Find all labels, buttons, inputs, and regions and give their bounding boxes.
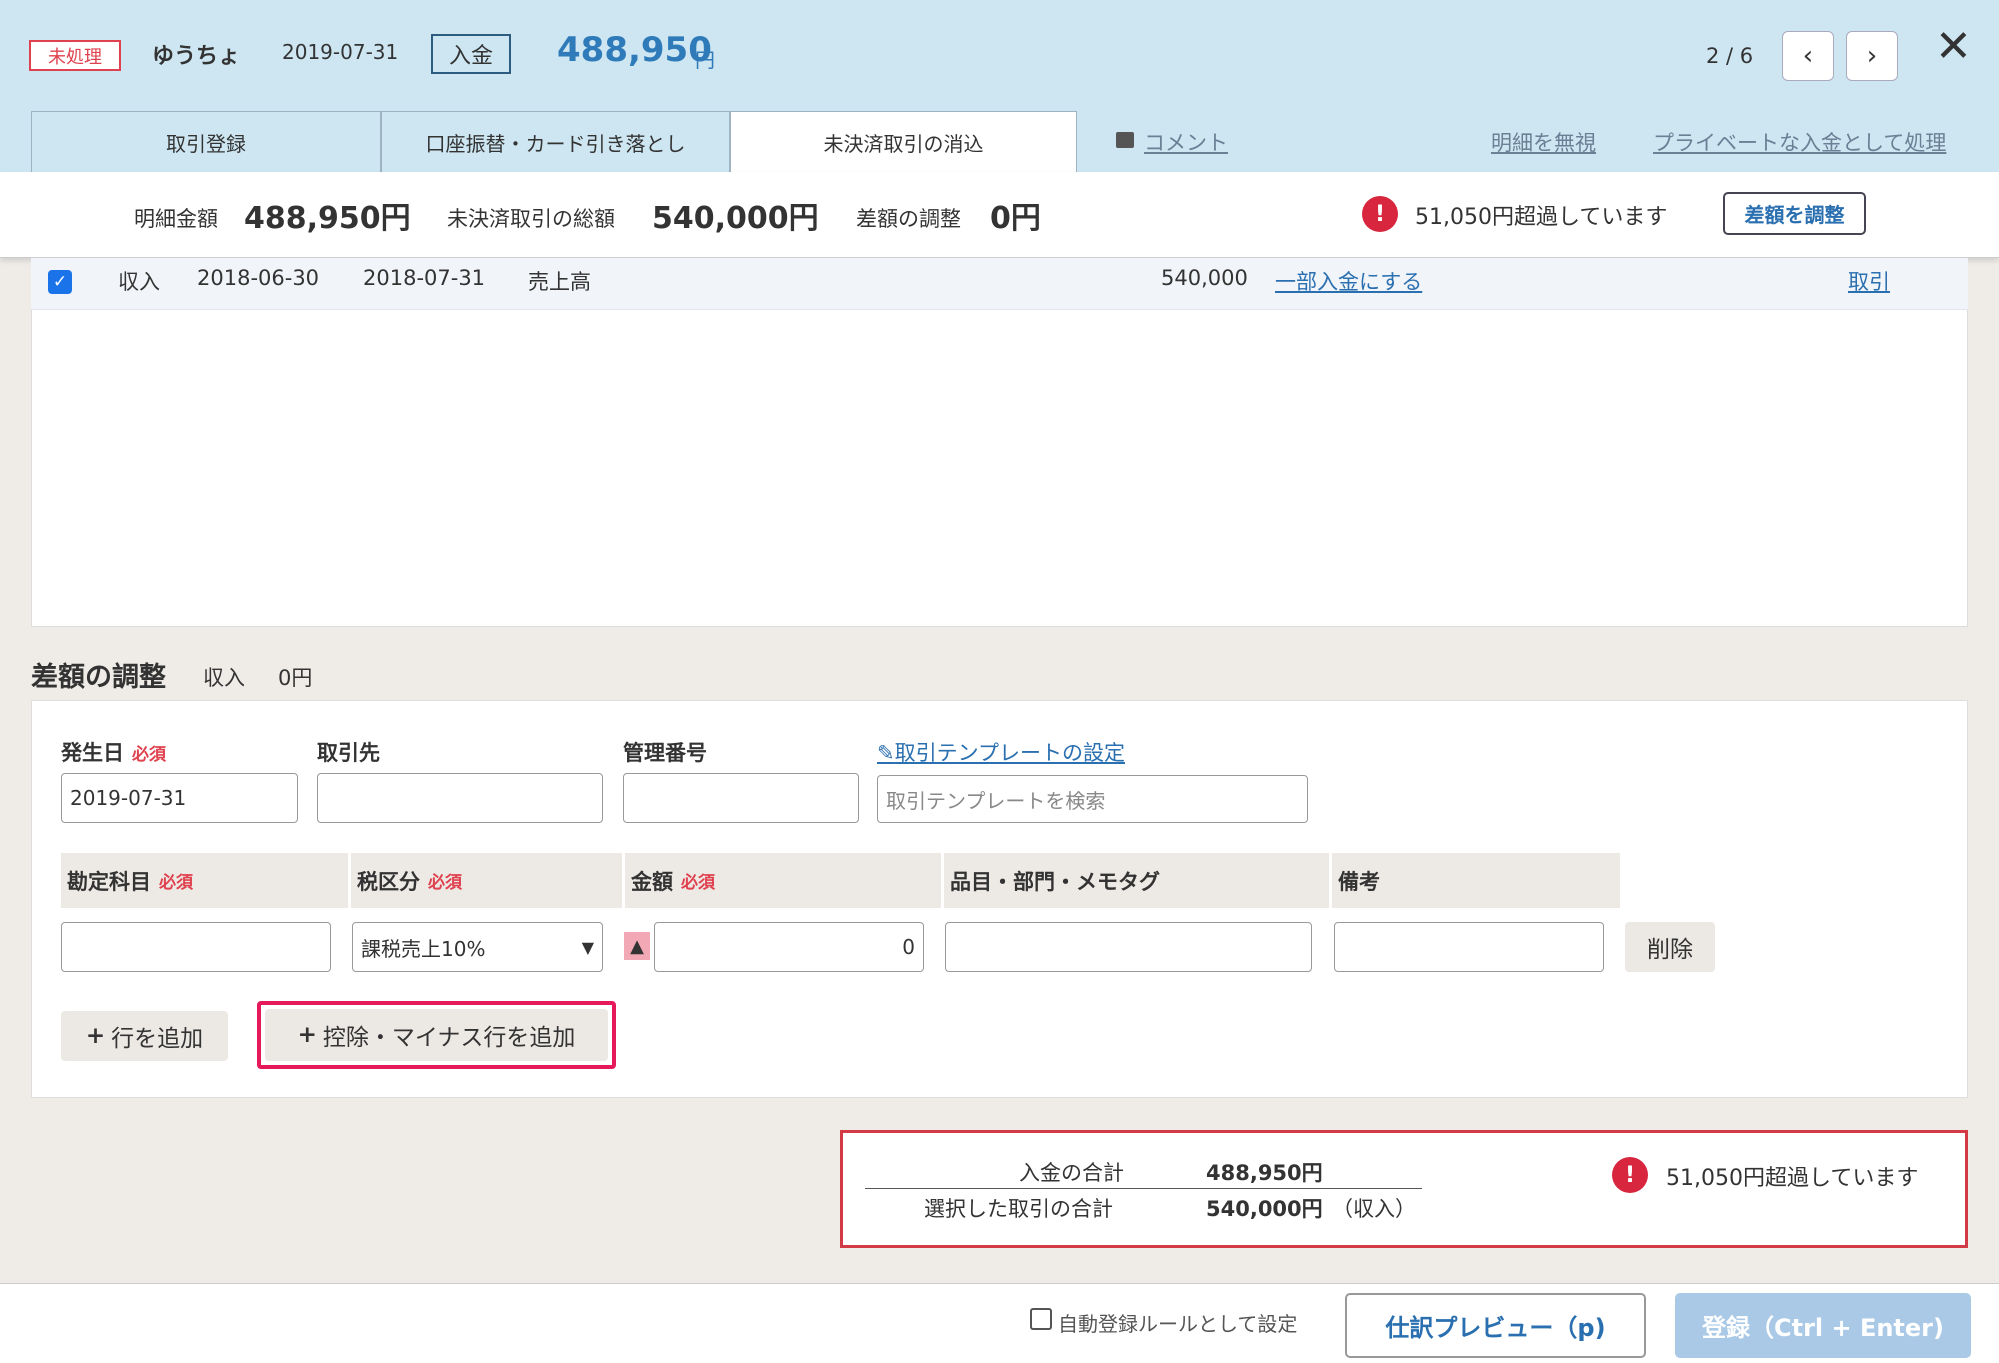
detail-amount-label: 明細金額 — [134, 207, 218, 231]
detail-amount-value: 488,950円 — [244, 201, 411, 236]
table-row — [31, 258, 1968, 310]
prev-button[interactable]: ‹ — [1782, 31, 1834, 81]
row-date1: 2018-06-30 — [197, 266, 320, 290]
account-field[interactable] — [61, 922, 331, 972]
amount-unit: 円 — [695, 48, 715, 72]
col-account: 勘定科目 必須 — [61, 853, 348, 908]
unsettled-total-label: 未決済取引の総額 — [447, 207, 615, 231]
diff-label: 差額の調整 — [856, 207, 961, 231]
chevron-right-icon: › — [1866, 41, 1878, 71]
bank-name: ゆうちょ — [152, 44, 241, 69]
summary-alert-text: 51,050円超過しています — [1415, 205, 1668, 230]
minus-indicator[interactable]: ▲ — [624, 932, 650, 960]
item-tag-field[interactable] — [945, 922, 1312, 972]
totals-alert-text: 51,050円超過しています — [1666, 1166, 1919, 1191]
close-button[interactable]: ✕ — [1935, 25, 1972, 69]
auto-rule-label: 自動登録ルールとして設定 — [1058, 1312, 1298, 1336]
col-tax: 税区分 必須 — [351, 853, 622, 908]
alert-icon: ! — [1362, 196, 1398, 232]
row-amount: 540,000 — [1161, 266, 1248, 290]
date-label: 発生日 必須 — [61, 741, 166, 765]
row-type: 収入 — [118, 270, 160, 294]
selected-total-label: 選択した取引の合計 — [924, 1197, 1113, 1221]
template-settings-link[interactable]: ✎取引テンプレートの設定 — [877, 737, 1125, 767]
amount-field[interactable]: 0 — [654, 922, 924, 972]
col-note: 備考 — [1332, 853, 1620, 908]
col-amount: 金額 必須 — [625, 853, 941, 908]
chevron-left-icon: ‹ — [1802, 41, 1814, 71]
unsettled-total-value: 540,000円 — [652, 201, 819, 236]
adjust-diff-button[interactable]: 差額を調整 — [1723, 192, 1866, 235]
statement-amount: 488,950 — [557, 30, 712, 70]
row-account: 売上高 — [528, 270, 591, 294]
chevron-down-icon: ▼ — [581, 937, 594, 957]
col-item: 品目・部門・メモタグ — [944, 853, 1329, 908]
note-field[interactable] — [1334, 922, 1604, 972]
pager-text: 2 / 6 — [1706, 44, 1754, 68]
plus-icon: + — [85, 1023, 106, 1049]
selected-total-type: （収入） — [1332, 1197, 1416, 1221]
diff-value: 0円 — [990, 201, 1041, 236]
highlight-box — [257, 1001, 616, 1069]
transaction-link[interactable]: 取引 — [1848, 266, 1890, 296]
delete-row-button[interactable]: 削除 — [1625, 922, 1715, 972]
selected-total-value: 540,000円 — [1206, 1197, 1323, 1221]
deposit-total-value: 488,950円 — [1206, 1161, 1323, 1185]
date-field[interactable]: 2019-07-31 — [61, 773, 298, 823]
tax-select[interactable]: 課税売上10% ▼ — [352, 922, 603, 972]
journal-preview-button[interactable]: 仕訳プレビュー（p) — [1345, 1293, 1646, 1358]
add-row-button[interactable]: + 行を追加 — [61, 1011, 228, 1061]
partner-label: 取引先 — [317, 741, 380, 765]
partner-field[interactable] — [317, 773, 603, 823]
mgmt-number-label: 管理番号 — [623, 741, 707, 765]
register-button[interactable]: 登録（Ctrl + Enter) — [1675, 1293, 1971, 1358]
transaction-list — [31, 258, 1968, 627]
row-date2: 2018-07-31 — [363, 266, 486, 290]
deposit-total-label: 入金の合計 — [1019, 1161, 1124, 1185]
comment-link[interactable]: コメント — [1144, 127, 1228, 157]
status-badge: 未処理 — [29, 40, 121, 71]
check-icon: ✓ — [52, 272, 68, 292]
next-button[interactable]: › — [1846, 31, 1898, 81]
adjustment-type: 収入 — [203, 666, 245, 690]
totals-divider — [865, 1188, 1422, 1189]
tab-reconcile[interactable]: 未決済取引の消込 — [730, 111, 1077, 172]
close-icon: ✕ — [1935, 21, 1972, 72]
transaction-type-badge: 入金 — [431, 34, 511, 74]
row-checkbox[interactable]: ✓ — [48, 270, 72, 294]
auto-rule-checkbox[interactable] — [1030, 1308, 1052, 1330]
comment-icon — [1116, 132, 1134, 148]
adjustment-amount: 0円 — [278, 666, 313, 690]
tab-transfer[interactable]: 口座振替・カード引き落とし — [381, 111, 730, 172]
adjustment-title: 差額の調整 — [31, 662, 166, 693]
ignore-link[interactable]: 明細を無視 — [1491, 127, 1596, 157]
template-search-input[interactable]: 取引テンプレートを検索 — [877, 775, 1308, 823]
private-deposit-link[interactable]: プライベートな入金として処理 — [1653, 127, 1946, 157]
alert-icon: ! — [1612, 1157, 1648, 1193]
mgmt-number-field[interactable] — [623, 773, 859, 823]
edit-icon: ✎ — [877, 741, 895, 765]
statement-date: 2019-07-31 — [282, 40, 399, 64]
partial-payment-link[interactable]: 一部入金にする — [1275, 266, 1422, 296]
tab-register[interactable]: 取引登録 — [31, 111, 381, 172]
